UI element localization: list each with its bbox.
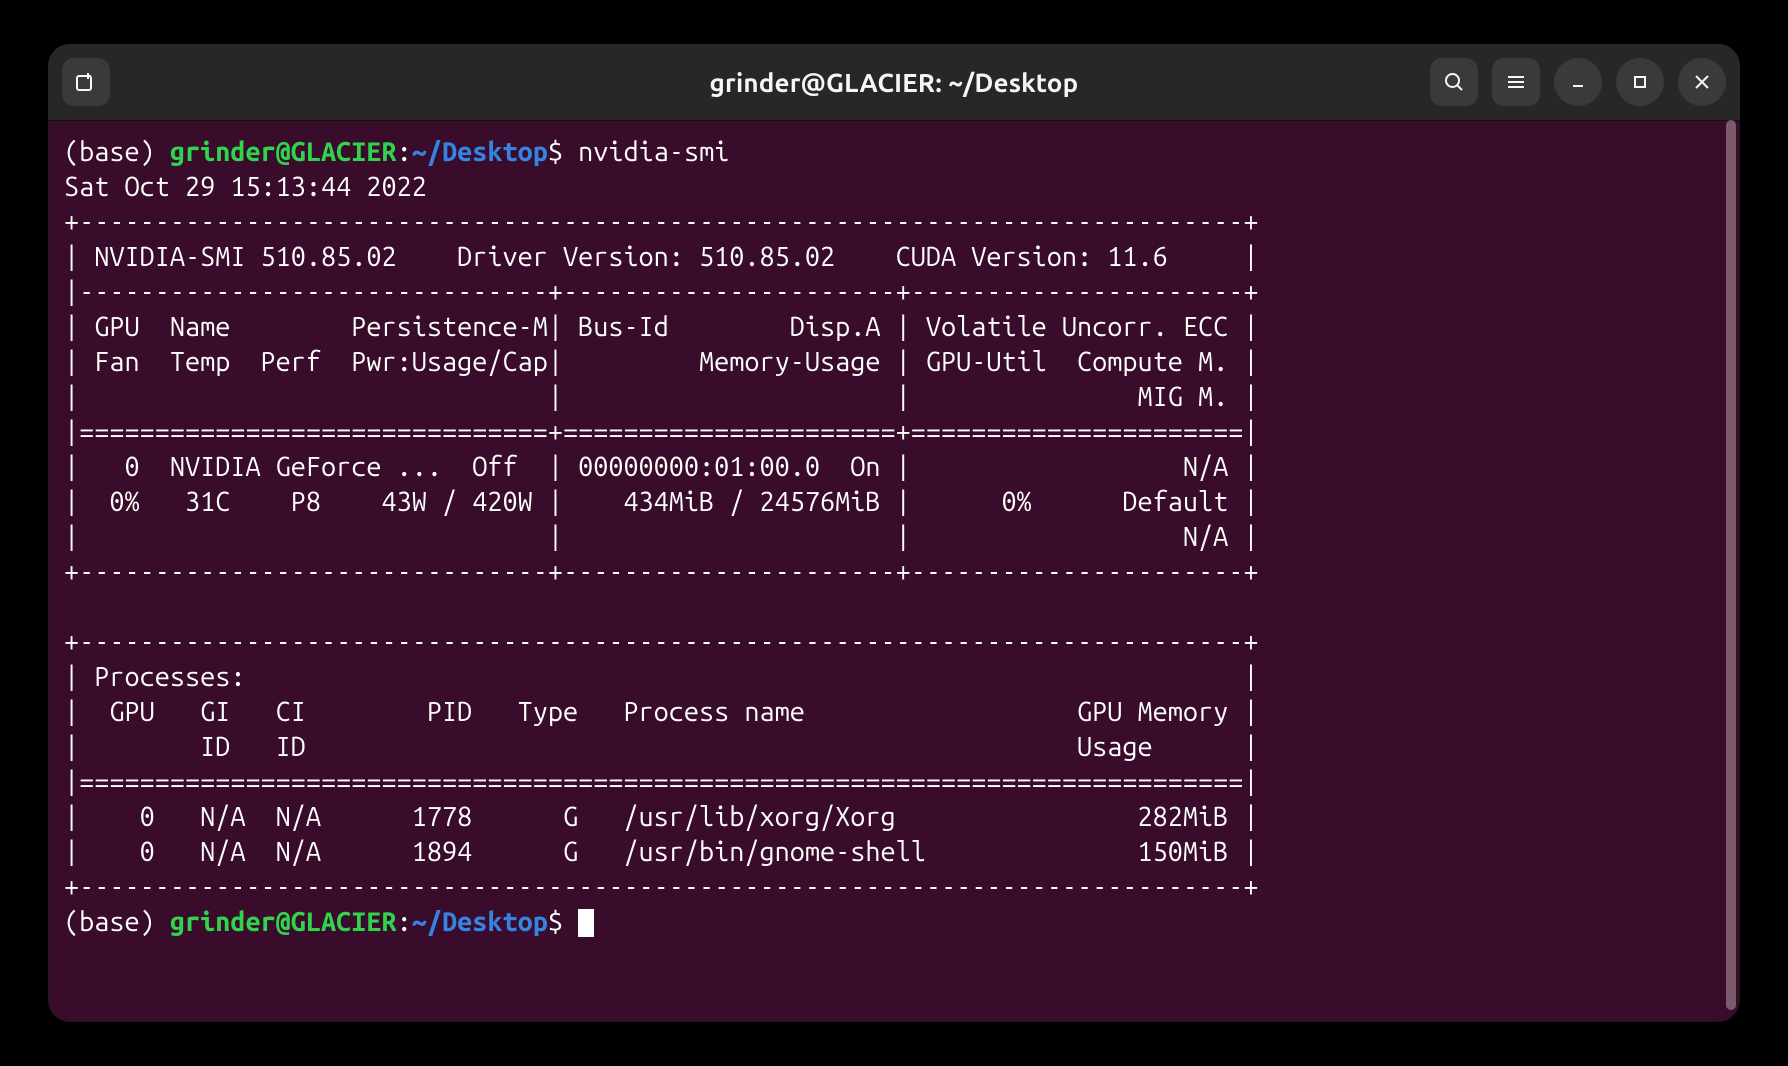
terminal-output[interactable]: (base) grinder@GLACIER:~/Desktop$ nvidia… xyxy=(48,121,1740,1022)
scrollbar[interactable] xyxy=(1726,120,1736,1010)
output-line: | | | MIG M. | xyxy=(64,382,1258,412)
output-line: +---------------------------------------… xyxy=(64,872,1258,902)
output-line: +---------------------------------------… xyxy=(64,207,1258,237)
prompt-dollar: $ xyxy=(548,907,578,937)
cursor xyxy=(578,909,594,937)
minimize-button[interactable] xyxy=(1554,58,1602,106)
titlebar: grinder@GLACIER: ~/Desktop xyxy=(48,44,1740,121)
close-button[interactable] xyxy=(1678,58,1726,106)
search-button[interactable] xyxy=(1430,58,1478,106)
output-line: |-------------------------------+-------… xyxy=(64,277,1258,307)
prompt-user-host: grinder@GLACIER xyxy=(170,907,397,937)
prompt-path: ~/Desktop xyxy=(412,907,548,937)
prompt-env: (base) xyxy=(64,137,170,167)
command-text: nvidia-smi xyxy=(578,137,729,167)
output-line: |=======================================… xyxy=(64,767,1258,797)
output-line: | | | N/A | xyxy=(64,522,1258,552)
output-line: | Processes: | xyxy=(64,662,1258,692)
new-tab-button[interactable] xyxy=(62,58,110,106)
prompt-user-host: grinder@GLACIER xyxy=(170,137,397,167)
output-line: | NVIDIA-SMI 510.85.02 Driver Version: 5… xyxy=(64,242,1258,272)
output-line xyxy=(64,592,1258,622)
output-line: | 0 N/A N/A 1778 G /usr/lib/xorg/Xorg 28… xyxy=(64,802,1258,832)
prompt-colon: : xyxy=(397,907,412,937)
terminal-window: grinder@GLACIER: ~/Desktop (base) grinde… xyxy=(48,44,1740,1022)
output-line: | ID ID Usage | xyxy=(64,732,1258,762)
output-line: | 0 NVIDIA GeForce ... Off | 00000000:01… xyxy=(64,452,1258,482)
output-line: +---------------------------------------… xyxy=(64,627,1258,657)
maximize-button[interactable] xyxy=(1616,58,1664,106)
prompt-colon: : xyxy=(397,137,412,167)
scrollbar-thumb[interactable] xyxy=(1726,120,1736,1010)
output-line: Sat Oct 29 15:13:44 2022 xyxy=(64,172,533,202)
window-title: grinder@GLACIER: ~/Desktop xyxy=(48,68,1740,97)
output-line: | 0 N/A N/A 1894 G /usr/bin/gnome-shell … xyxy=(64,837,1258,867)
output-line: | GPU Name Persistence-M| Bus-Id Disp.A … xyxy=(64,312,1258,342)
menu-button[interactable] xyxy=(1492,58,1540,106)
output-line: | 0% 31C P8 43W / 420W | 434MiB / 24576M… xyxy=(64,487,1258,517)
output-line: +-------------------------------+-------… xyxy=(64,557,1258,587)
output-line: | Fan Temp Perf Pwr:Usage/Cap| Memory-Us… xyxy=(64,347,1258,377)
prompt-env: (base) xyxy=(64,907,170,937)
output-line: |===============================+=======… xyxy=(64,417,1258,447)
prompt-dollar: $ xyxy=(548,137,578,167)
output-line: | GPU GI CI PID Type Process name GPU Me… xyxy=(64,697,1258,727)
prompt-path: ~/Desktop xyxy=(412,137,548,167)
